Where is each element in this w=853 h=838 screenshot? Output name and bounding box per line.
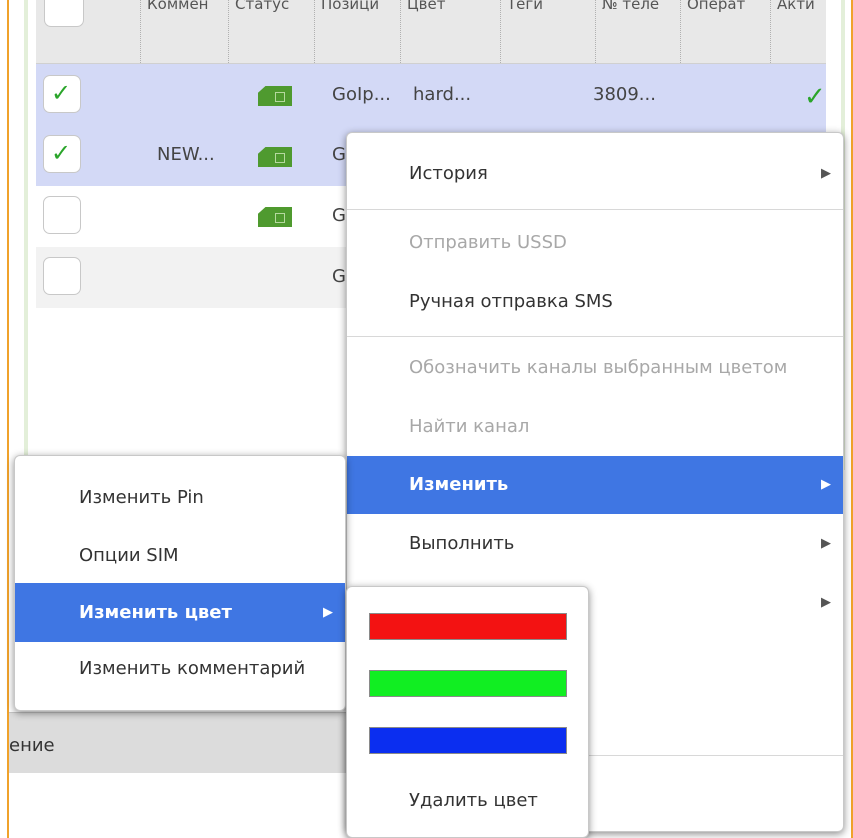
cell-phone: 3809...	[593, 84, 656, 105]
color-swatch-red[interactable]	[369, 613, 567, 640]
submenu-arrow-icon: ▶	[821, 595, 831, 610]
column-header-tags[interactable]: Теги	[501, 0, 596, 63]
menu-item-label: История	[409, 163, 488, 184]
menu-item-label: Отправить USSD	[409, 232, 567, 253]
status-bar: ение	[9, 712, 354, 773]
cell-position: G	[332, 266, 346, 287]
menu-item-sim-options[interactable]: Опции SIM	[15, 536, 345, 576]
color-swatch-green[interactable]	[369, 670, 567, 697]
menu-item-mark-channels-color[interactable]: Обозначить каналы выбранным цветом	[347, 349, 843, 387]
menu-separator	[347, 336, 843, 337]
menu-item-label: Изменить	[409, 474, 509, 495]
menu-item-label: Изменить цвет	[79, 602, 232, 623]
table-header: Коммен Статус Позици Цвет Теги № теле Оп…	[36, 0, 826, 64]
column-header-operator[interactable]: Операт	[681, 0, 771, 63]
menu-item-find-channel[interactable]: Найти канал	[347, 408, 843, 446]
change-submenu: Изменить Pin Опции SIM Изменить цвет ▶ И…	[14, 455, 346, 711]
sim-card-icon	[258, 147, 292, 167]
color-submenu: Удалить цвет	[346, 586, 589, 838]
check-icon: ✓	[51, 79, 72, 107]
row-checkbox[interactable]	[43, 257, 81, 295]
cell-comment: NEW...	[157, 144, 215, 165]
check-icon: ✓	[51, 139, 72, 167]
menu-item-history[interactable]: История ▶	[347, 155, 843, 193]
sim-card-icon	[258, 86, 292, 106]
row-checkbox[interactable]: ✓	[43, 75, 81, 113]
column-header-comment[interactable]: Коммен	[141, 0, 229, 63]
column-header-position[interactable]: Позици	[315, 0, 401, 63]
menu-item-change-comment[interactable]: Изменить комментарий	[15, 649, 345, 689]
select-all-checkbox[interactable]	[44, 0, 84, 27]
menu-item-label: Выполнить	[409, 533, 515, 554]
menu-item-label: Изменить комментарий	[79, 658, 306, 679]
column-header-phone[interactable]: № теле	[596, 0, 681, 63]
menu-item-remove-color[interactable]: Удалить цвет	[347, 781, 588, 821]
menu-item-label: Изменить Pin	[79, 487, 204, 508]
column-header-active[interactable]: Акти	[771, 0, 826, 63]
submenu-arrow-icon: ▶	[821, 166, 831, 181]
menu-item-label: Обозначить каналы выбранным цветом	[409, 357, 788, 378]
status-bar-text: ение	[9, 735, 55, 756]
submenu-arrow-icon: ▶	[821, 477, 831, 492]
submenu-arrow-icon: ▶	[821, 536, 831, 551]
sim-card-icon	[258, 207, 292, 227]
menu-item-label: Ручная отправка SMS	[409, 291, 613, 312]
menu-item-change[interactable]: Изменить ▶	[347, 456, 843, 514]
cell-position: GoIp...	[332, 84, 391, 105]
color-swatch-blue[interactable]	[369, 727, 567, 754]
row-checkbox[interactable]	[43, 196, 81, 234]
cell-position: G	[332, 205, 346, 226]
row-checkbox[interactable]: ✓	[43, 135, 81, 173]
menu-separator	[347, 209, 843, 210]
header-checkbox-col	[36, 0, 141, 63]
menu-item-label: Найти канал	[409, 416, 530, 437]
column-header-color[interactable]: Цвет	[401, 0, 501, 63]
column-header-status[interactable]: Статус	[229, 0, 315, 63]
menu-item-change-pin[interactable]: Изменить Pin	[15, 478, 345, 518]
menu-item-change-color[interactable]: Изменить цвет ▶	[15, 583, 345, 642]
menu-item-send-ussd[interactable]: Отправить USSD	[347, 224, 843, 262]
menu-item-label: Удалить цвет	[409, 790, 538, 811]
active-check-icon: ✓	[804, 82, 826, 112]
menu-item-manual-sms[interactable]: Ручная отправка SMS	[347, 283, 843, 321]
submenu-arrow-icon: ▶	[323, 605, 333, 620]
menu-item-label: Опции SIM	[79, 545, 179, 566]
cell-color: hard...	[413, 84, 472, 105]
cell-position: G	[332, 144, 346, 165]
menu-item-execute[interactable]: Выполнить ▶	[347, 525, 843, 563]
